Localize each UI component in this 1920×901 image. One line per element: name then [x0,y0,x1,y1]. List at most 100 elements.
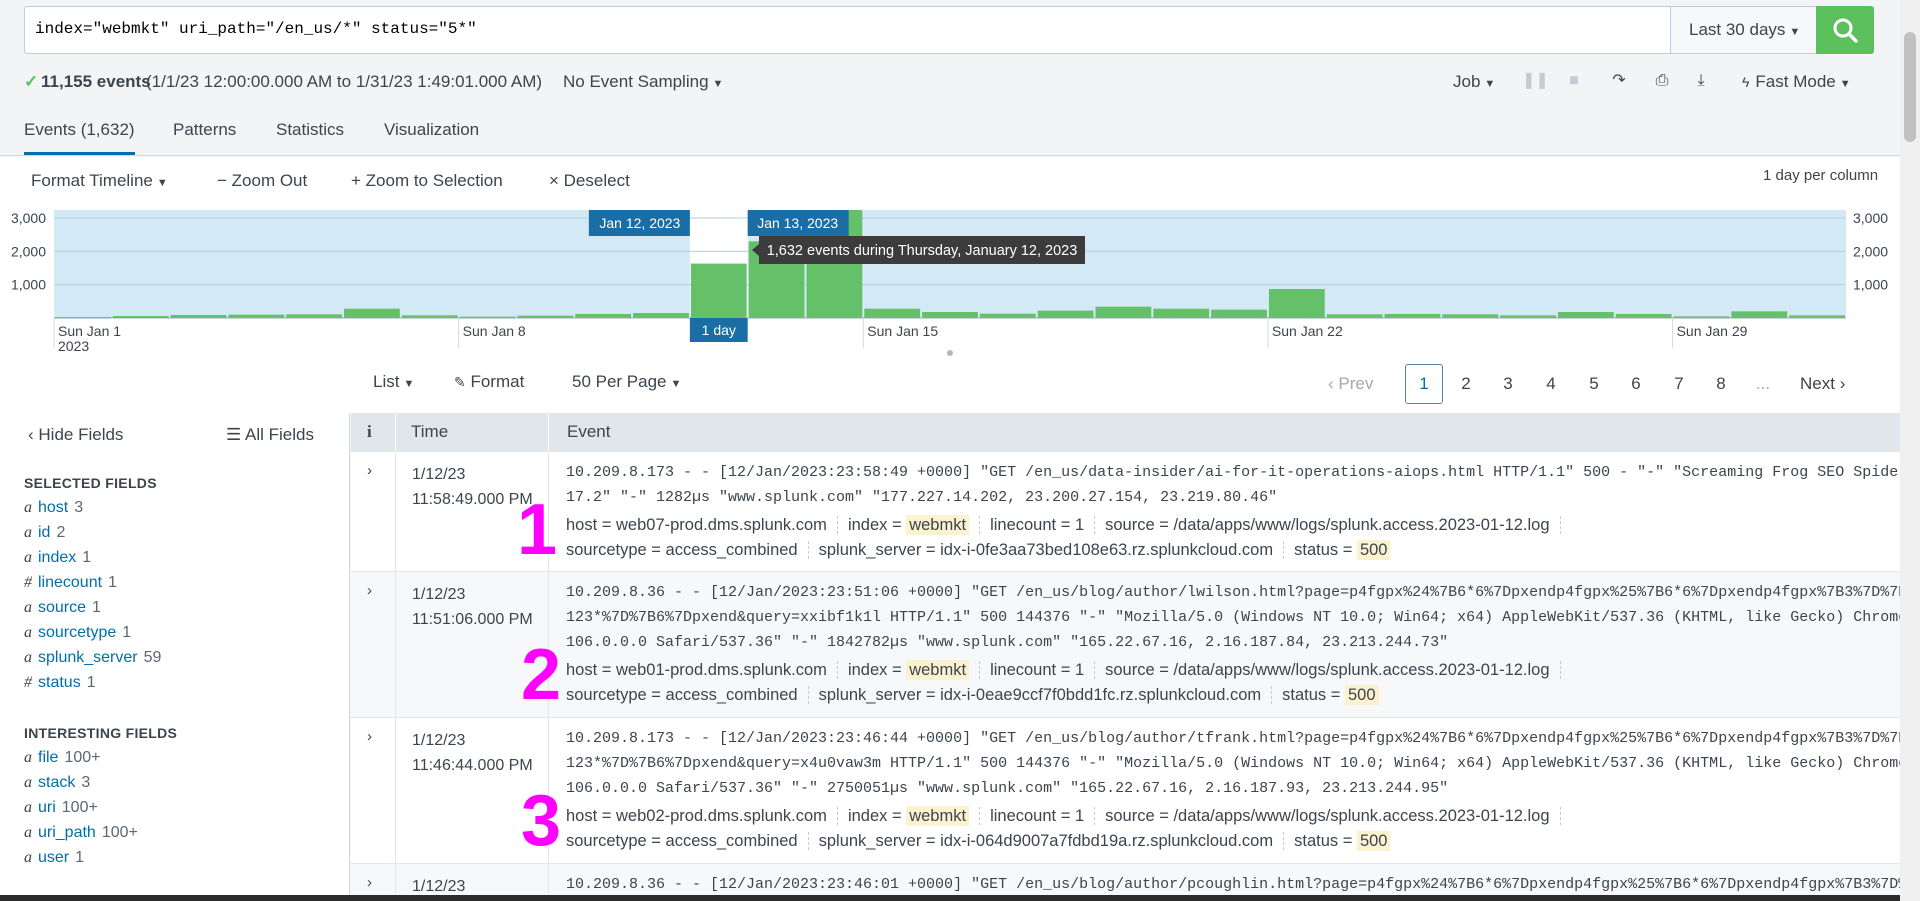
stop-icon[interactable]: ■ [1563,70,1585,92]
timeline-bar[interactable] [1326,314,1383,318]
all-fields-button[interactable]: ☰ All Fields [226,425,314,445]
field-value-host[interactable]: web07-prod.dms.splunk.com [616,516,827,534]
timeline-bar[interactable] [1268,289,1325,318]
timeline-bar[interactable] [922,312,978,318]
field-name[interactable]: sourcetype [38,624,116,641]
tab-patterns[interactable]: Patterns [173,120,236,140]
field-name[interactable]: user [38,849,69,866]
timeline-bar[interactable] [1384,314,1441,318]
field-index[interactable]: a index 1 [24,549,91,567]
next-page-button[interactable]: Next › [1800,364,1845,404]
field-value-index[interactable]: webmkt [906,515,970,535]
field-name[interactable]: splunk_server [38,649,138,666]
field-value-sourcetype[interactable]: access_combined [666,832,798,850]
timeline-bar[interactable] [979,313,1036,318]
format-button[interactable]: ✎ Format [454,372,524,392]
page-3-button[interactable]: 3 [1490,364,1526,404]
field-name[interactable]: status [38,674,81,691]
field-value-sourcetype[interactable]: access_combined [666,541,798,559]
timeline-bar[interactable] [1731,311,1788,318]
field-value-status[interactable]: 500 [1345,685,1379,705]
field-name[interactable]: file [38,749,58,766]
timeline-chart[interactable]: 1,000 1,000 2,000 2,000 3,000 3,000 Sun Jan 1 S… [0,157,1900,357]
field-value-splunk-server[interactable]: idx-i-064d9007a7fdbd19a.rz.splunkcloud.c… [940,832,1273,850]
timeline-bar[interactable] [1442,314,1499,318]
field-value-source[interactable]: /data/apps/www/logs/splunk.access.2023-0… [1173,516,1549,534]
field-value-source[interactable]: /data/apps/www/logs/splunk.access.2023-0… [1173,661,1549,679]
page-2-button[interactable]: 2 [1448,364,1484,404]
field-source[interactable]: a source 1 [24,599,101,617]
export-icon[interactable]: ⤓ [1690,70,1712,92]
field-sourcetype[interactable]: a sourcetype 1 [24,624,131,642]
event-sampling-dropdown[interactable]: No Event Sampling ▼ [563,72,723,92]
timeline-bar[interactable] [286,314,343,318]
page-1-button[interactable]: 1 [1405,364,1443,404]
share-icon[interactable]: ↷ [1608,70,1630,92]
page-5-button[interactable]: 5 [1576,364,1612,404]
time-range-picker[interactable]: Last 30 days ▼ [1670,6,1818,54]
page-6-button[interactable]: 6 [1618,364,1654,404]
field-name[interactable]: uri [38,799,56,816]
field-splunk_server[interactable]: a splunk_server 59 [24,649,161,667]
page-7-button[interactable]: 7 [1661,364,1697,404]
prev-page-button[interactable]: ‹ Prev [1328,364,1373,404]
timeline-bar[interactable] [690,263,747,318]
field-stack[interactable]: a stack 3 [24,774,90,792]
pause-icon[interactable]: ❚❚ [1522,70,1549,92]
field-value-sourcetype[interactable]: access_combined [666,686,798,704]
page-8-button[interactable]: 8 [1703,364,1739,404]
tab-visualization[interactable]: Visualization [384,120,479,140]
field-value-source[interactable]: /data/apps/www/logs/splunk.access.2023-0… [1173,807,1549,825]
timeline-bar[interactable] [1153,308,1210,318]
field-host[interactable]: a host 3 [24,499,83,517]
search-button[interactable] [1816,6,1874,54]
timeline-bar[interactable] [864,308,921,318]
field-name[interactable]: id [38,524,50,541]
search-input[interactable]: index="webmkt" uri_path="/en_us/*" statu… [24,6,1672,54]
field-user[interactable]: a user 1 [24,849,84,867]
field-linecount[interactable]: # linecount 1 [24,574,117,592]
expand-chevron-icon[interactable]: › [367,462,372,479]
scrollbar-thumb[interactable] [1904,32,1916,142]
field-value-index[interactable]: webmkt [906,660,970,680]
field-uri_path[interactable]: a uri_path 100+ [24,824,138,842]
timeline-bar[interactable] [1615,314,1672,318]
field-value-splunk-server[interactable]: idx-i-0fe3aa73bed108e63.rz.splunkcloud.c… [940,541,1273,559]
timeline-bar[interactable] [344,308,400,318]
timeline-bar[interactable] [575,314,632,318]
resize-handle-dot[interactable] [947,350,953,356]
field-value-linecount[interactable]: 1 [1075,661,1084,679]
field-value-host[interactable]: web01-prod.dms.splunk.com [616,661,827,679]
field-value-splunk-server[interactable]: idx-i-0eae9ccf7f0bdd1fc.rz.splunkcloud.c… [940,686,1261,704]
hide-fields-button[interactable]: ‹ Hide Fields [28,425,123,445]
search-mode-dropdown[interactable]: ϟ Fast Mode ▼ [1742,72,1851,92]
field-value-linecount[interactable]: 1 [1075,516,1084,534]
field-name[interactable]: host [38,499,68,516]
field-id[interactable]: a id 2 [24,524,65,542]
field-value-index[interactable]: webmkt [906,806,970,826]
timeline-bar[interactable] [1557,312,1614,318]
field-status[interactable]: # status 1 [24,674,96,692]
field-value-status[interactable]: 500 [1356,831,1391,851]
field-value-linecount[interactable]: 1 [1075,807,1084,825]
per-page-dropdown[interactable]: 50 Per Page ▼ [572,372,681,392]
expand-chevron-icon[interactable]: › [367,874,372,891]
list-dropdown[interactable]: List ▼ [373,372,414,392]
field-name[interactable]: uri_path [38,824,96,841]
print-icon[interactable]: ⎙ [1651,70,1673,92]
vertical-scrollbar[interactable] [1900,0,1920,901]
expand-chevron-icon[interactable]: › [367,582,372,599]
field-value-host[interactable]: web02-prod.dms.splunk.com [616,807,827,825]
time-column-header[interactable]: Time [411,422,448,442]
timeline-bar[interactable] [1211,309,1267,318]
field-name[interactable]: stack [38,774,75,791]
expand-chevron-icon[interactable]: › [367,728,372,745]
timeline-bar[interactable] [1037,310,1094,318]
tab-events[interactable]: Events (1,632) [24,120,135,155]
timeline-bar[interactable] [1095,306,1152,318]
field-value-status[interactable]: 500 [1356,540,1391,560]
field-name[interactable]: linecount [38,574,102,591]
tab-statistics[interactable]: Statistics [276,120,344,140]
field-uri[interactable]: a uri 100+ [24,799,98,817]
timeline-bar[interactable] [633,313,689,318]
